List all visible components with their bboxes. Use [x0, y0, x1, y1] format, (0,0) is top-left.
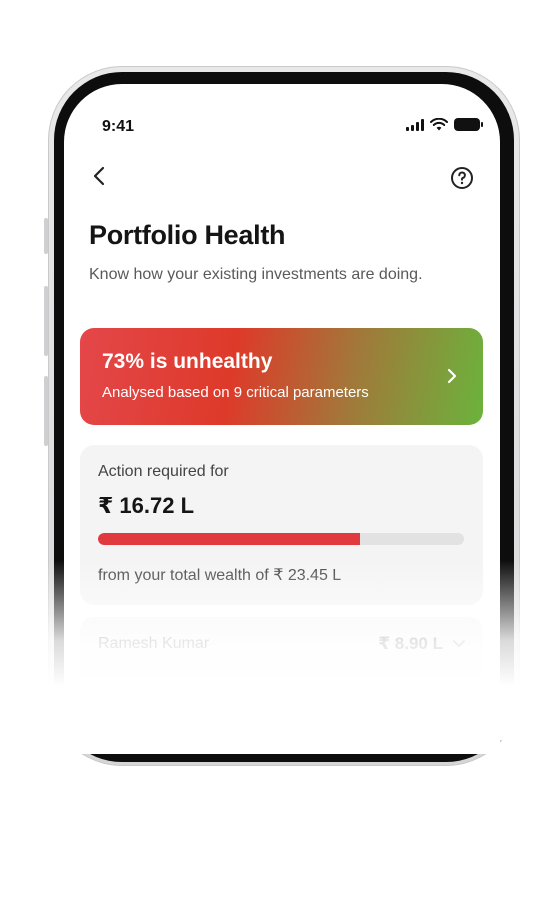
- status-time: 9:41: [102, 118, 135, 135]
- health-summary-subtitle: Analysed based on 9 critical parameters: [102, 384, 369, 401]
- phone-mockup: 9:41 Portfolio Health Know how your exis…: [0, 0, 560, 901]
- chevron-down-icon[interactable]: [451, 637, 467, 651]
- signal-icon: [406, 118, 424, 131]
- wifi-icon: [430, 118, 448, 131]
- action-required-amount: ₹ 16.72 L: [98, 493, 195, 518]
- wealth-progress-bar: [98, 533, 464, 545]
- action-required-label: Action required for: [98, 463, 229, 480]
- wealth-progress-fill: [98, 533, 360, 545]
- chevron-right-icon: [447, 368, 457, 384]
- action-required-card: Action required for ₹ 16.72 L from your …: [80, 445, 483, 605]
- member-row[interactable]: Ramesh Kumar ₹ 8.90 L: [80, 617, 483, 717]
- status-icons: [406, 118, 483, 131]
- health-summary-title: 73% is unhealthy: [102, 350, 273, 373]
- member-amount: ₹ 8.90 L: [378, 634, 443, 653]
- member-name: Ramesh Kumar: [98, 635, 210, 652]
- health-summary-card[interactable]: 73% is unhealthy Analysed based on 9 cri…: [80, 328, 483, 425]
- help-circle-icon[interactable]: [450, 166, 474, 190]
- page-subtitle: Know how your existing investments are d…: [89, 266, 423, 283]
- app-screen: 9:41 Portfolio Health Know how your exis…: [64, 84, 500, 754]
- battery-icon: [454, 118, 483, 131]
- total-wealth-text: from your total wealth of ₹ 23.45 L: [98, 567, 342, 584]
- back-chevron-icon[interactable]: [88, 164, 112, 188]
- page-title: Portfolio Health: [89, 220, 286, 250]
